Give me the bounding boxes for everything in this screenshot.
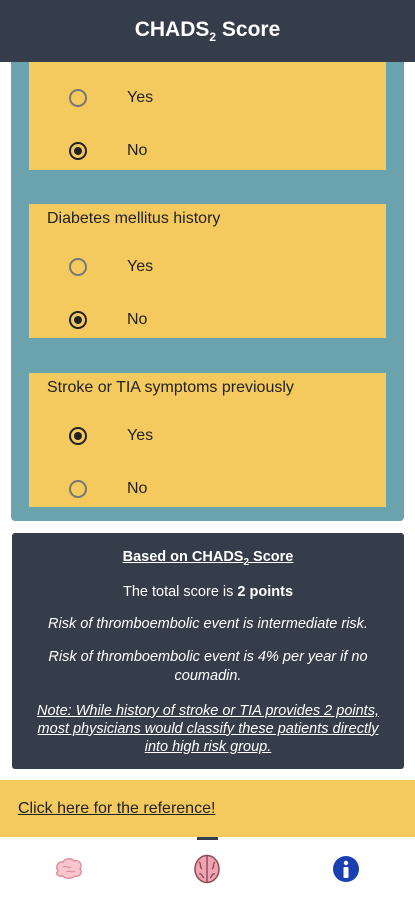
option-no[interactable]: No	[29, 134, 386, 174]
radio-selected-icon[interactable]	[69, 142, 87, 160]
question-card-2: Diabetes mellitus history Yes No	[29, 204, 386, 338]
page-title: CHADS2 Score	[134, 17, 281, 45]
radio-unselected-icon[interactable]	[69, 258, 87, 276]
option-label: No	[127, 311, 148, 328]
risk-rate: Risk of thromboembolic event is 4% per y…	[48, 648, 368, 684]
radio-selected-icon[interactable]	[69, 311, 87, 329]
question-label: Stroke or TIA symptoms previously	[47, 379, 294, 396]
radio-unselected-icon[interactable]	[69, 480, 87, 498]
option-label: No	[127, 142, 148, 159]
question-card-3: Stroke or TIA symptoms previously Yes No	[29, 373, 386, 507]
question-label: Diabetes mellitus history	[47, 210, 221, 227]
tab-bar	[0, 837, 415, 900]
questions-panel: Yes No Diabetes mellitus history Yes No …	[11, 62, 404, 521]
risk-note: Note: While history of stroke or TIA pro…	[37, 702, 379, 755]
option-no[interactable]: No	[29, 303, 386, 343]
result-heading: Based on CHADS2 Score	[122, 549, 294, 568]
tab-info[interactable]	[277, 837, 415, 900]
option-label: Yes	[127, 427, 154, 444]
total-score: The total score is 2 points	[122, 583, 294, 600]
info-icon[interactable]	[332, 855, 360, 883]
radio-unselected-icon[interactable]	[69, 89, 87, 107]
option-yes[interactable]: Yes	[29, 250, 386, 290]
tab-brain[interactable]	[138, 837, 276, 900]
risk-level: Risk of thromboembolic event is intermed…	[48, 615, 368, 632]
total-score-value: 2 points	[237, 583, 294, 600]
option-no[interactable]: No	[29, 472, 386, 512]
option-label: Yes	[127, 258, 154, 275]
brain-outline-icon[interactable]	[54, 857, 84, 881]
option-yes[interactable]: Yes	[29, 81, 386, 121]
option-label: Yes	[127, 89, 154, 106]
question-card-1: Yes No	[29, 62, 386, 170]
result-panel: Based on CHADS2 Score The total score is…	[12, 533, 404, 769]
app-header: CHADS2 Score	[0, 0, 415, 62]
tab-brain-outline[interactable]	[0, 837, 138, 900]
radio-selected-icon[interactable]	[69, 427, 87, 445]
reference-link[interactable]: Click here for the reference!	[18, 800, 215, 818]
option-yes[interactable]: Yes	[29, 419, 386, 459]
brain-filled-icon[interactable]	[193, 854, 221, 884]
reference-banner[interactable]: Click here for the reference!	[0, 780, 415, 837]
option-label: No	[127, 480, 148, 497]
